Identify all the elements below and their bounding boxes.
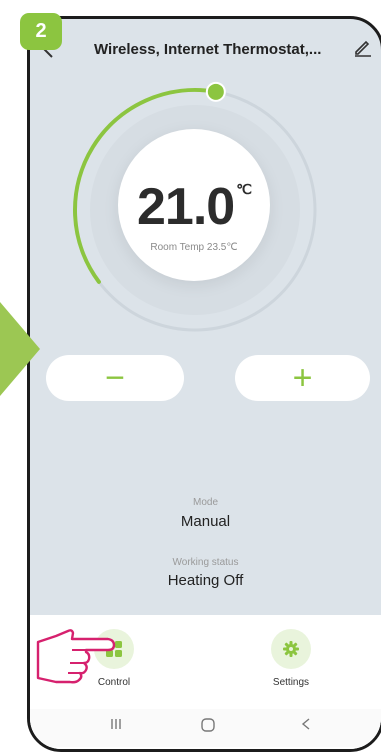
app-header: Wireless, Internet Thermostat,... (30, 19, 381, 79)
decrease-temp-button[interactable]: − (46, 355, 184, 401)
room-temperature: Room Temp 23.5℃ (150, 242, 238, 253)
back-nav-icon[interactable] (300, 717, 312, 731)
mode-value: Manual (180, 513, 231, 530)
pointer-arrow (0, 302, 40, 396)
edit-pencil-icon[interactable] (353, 37, 373, 57)
set-temperature: 21.0 ℃ (118, 177, 270, 237)
increase-temp-button[interactable]: + (235, 355, 370, 401)
working-status-label: Working status (172, 557, 239, 568)
set-temperature-value: 21.0 (137, 178, 235, 236)
recent-apps-icon[interactable] (109, 717, 123, 731)
pointing-hand-icon (36, 629, 116, 684)
page-title: Wireless, Internet Thermostat,... (94, 41, 322, 58)
nav-settings[interactable]: Settings (241, 629, 341, 688)
working-status-value: Heating Off (167, 572, 244, 589)
nav-settings-label: Settings (272, 677, 310, 688)
temperature-unit: ℃ (236, 181, 252, 197)
system-nav-bar (30, 709, 381, 747)
mode-label: Mode (192, 497, 218, 508)
step-badge: 2 (20, 13, 62, 50)
gear-icon (271, 629, 311, 669)
home-icon[interactable] (200, 717, 216, 733)
dial-knob[interactable] (205, 81, 226, 102)
